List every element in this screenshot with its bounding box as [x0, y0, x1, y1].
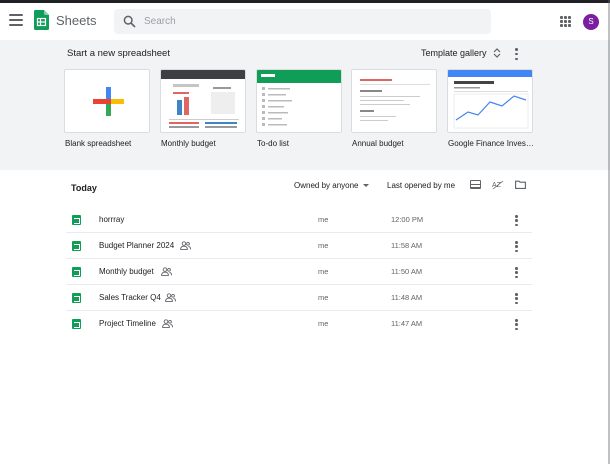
template-section: Start a new spreadsheet Template gallery… [0, 40, 610, 170]
search-icon[interactable] [123, 15, 136, 28]
grid-view-icon[interactable] [470, 180, 481, 189]
more-options-icon[interactable] [515, 293, 519, 304]
more-options-icon[interactable] [515, 319, 519, 330]
file-row[interactable]: Sales Tracker Q4 me 11:48 AM [66, 285, 532, 311]
file-row[interactable]: horrray me 12:00 PM [66, 207, 532, 233]
more-options-icon[interactable] [515, 267, 519, 278]
template-card-monthly-budget[interactable] [160, 69, 246, 133]
more-options-icon[interactable] [515, 215, 519, 226]
file-time: 11:58 AM [391, 241, 423, 250]
file-owner: me [318, 241, 329, 250]
sheets-file-icon [72, 319, 81, 329]
sheets-file-icon [72, 267, 81, 277]
template-card-google-finance[interactable] [447, 69, 533, 133]
file-row[interactable]: Project Timeline me 11:47 AM [66, 311, 532, 337]
sheets-file-icon [72, 241, 81, 251]
account-avatar[interactable]: S [583, 14, 599, 30]
app-name[interactable]: Sheets [56, 13, 96, 28]
file-time: 12:00 PM [391, 215, 424, 224]
sheets-file-icon [72, 215, 81, 225]
monthly-budget-thumbnail [161, 70, 245, 128]
finance-thumbnail [448, 70, 532, 129]
search-bar[interactable] [114, 9, 491, 34]
owned-by-filter[interactable]: Owned by anyone [294, 181, 369, 190]
file-name: Project Timeline [99, 319, 156, 328]
caret-down-icon [362, 184, 369, 187]
file-name: Monthly budget [99, 267, 154, 276]
file-time: 11:50 AM [391, 267, 423, 276]
template-gallery-label: Template gallery [421, 48, 487, 58]
google-apps-icon[interactable] [560, 16, 571, 27]
file-owner: me [318, 293, 329, 302]
file-name: Sales Tracker Q4 [99, 293, 161, 302]
template-label-blank[interactable]: Blank spreadsheet [65, 139, 157, 148]
template-label-annual-budget[interactable]: Annual budget [352, 139, 444, 148]
sort-by-button[interactable]: Last opened by me [387, 181, 455, 190]
file-name: horrray [99, 215, 125, 224]
annual-budget-thumbnail [360, 79, 430, 121]
template-card-todo-list[interactable] [256, 69, 342, 133]
file-time: 11:47 AM [391, 319, 423, 328]
template-card-annual-budget[interactable] [351, 69, 437, 133]
more-options-icon[interactable] [515, 241, 519, 252]
shared-icon [165, 293, 176, 302]
top-bar: Sheets S [0, 0, 610, 40]
shared-icon [161, 267, 172, 276]
file-row[interactable]: Budget Planner 2024 me 11:58 AM [66, 233, 532, 259]
file-owner: me [318, 215, 329, 224]
search-input[interactable] [144, 9, 474, 34]
todo-list-thumbnail [257, 70, 341, 126]
file-owner: me [318, 319, 329, 328]
main-menu-icon[interactable] [9, 14, 23, 26]
folder-icon[interactable] [515, 180, 526, 189]
template-label-monthly-budget[interactable]: Monthly budget [161, 139, 253, 148]
sort-az-icon[interactable]: AZ [492, 179, 504, 190]
template-gallery-button[interactable]: Template gallery [421, 48, 501, 58]
template-section-title: Start a new spreadsheet [67, 48, 170, 59]
section-title-today: Today [71, 183, 97, 193]
sheets-logo-icon[interactable] [34, 10, 49, 30]
plus-icon [93, 87, 124, 116]
template-card-blank[interactable] [64, 69, 150, 133]
file-row[interactable]: Monthly budget me 11:50 AM [66, 259, 532, 285]
shared-icon [162, 319, 173, 328]
template-label-google-finance[interactable]: Google Finance Inves… [448, 139, 540, 148]
template-more-options-icon[interactable] [515, 48, 519, 60]
template-label-todo-list[interactable]: To-do list [257, 139, 349, 148]
file-name: Budget Planner 2024 [99, 241, 175, 250]
shared-icon [180, 241, 191, 250]
owned-by-label: Owned by anyone [294, 181, 359, 190]
file-owner: me [318, 267, 329, 276]
unfold-icon [493, 48, 500, 58]
file-time: 11:48 AM [391, 293, 423, 302]
sheets-file-icon [72, 293, 81, 303]
